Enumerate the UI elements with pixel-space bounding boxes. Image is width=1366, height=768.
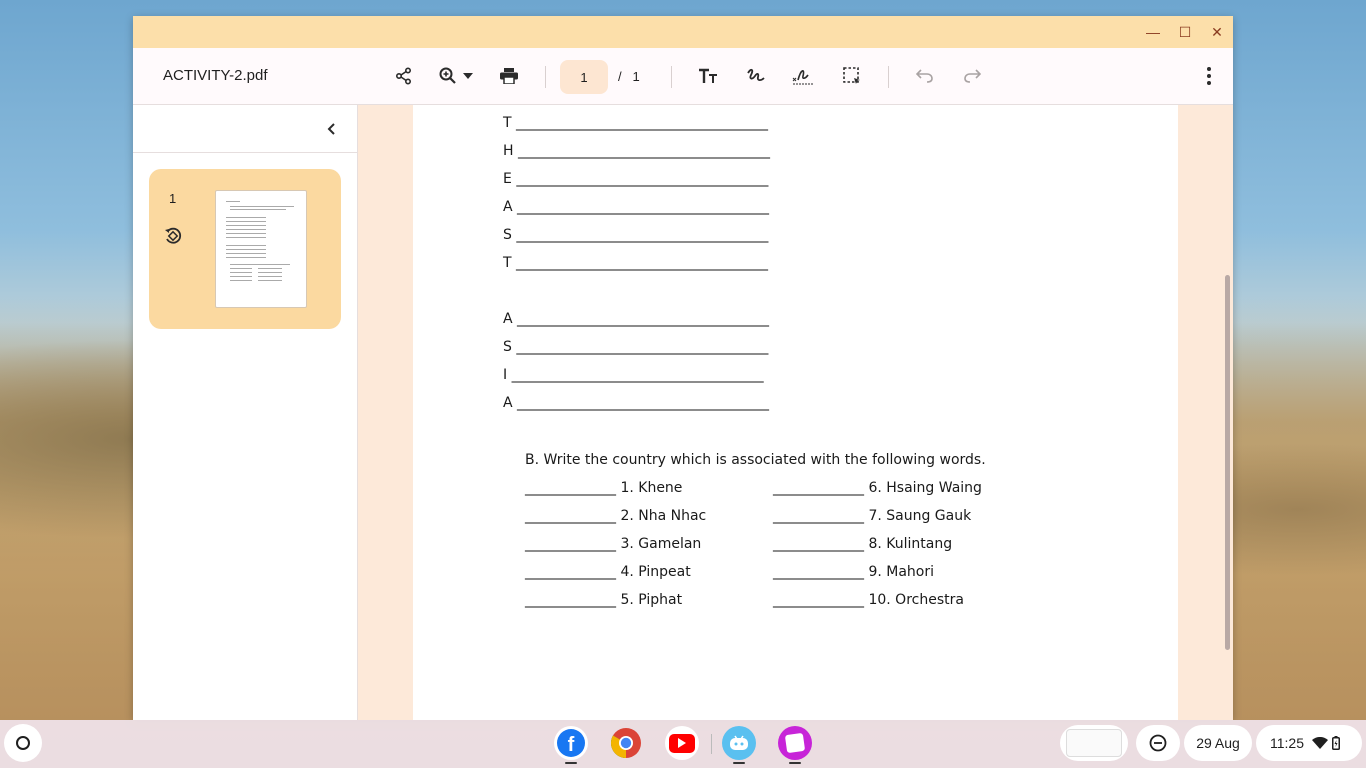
matching-item: _____________ 4. Pinpeat [525, 564, 691, 580]
matching-item: _____________ 3. Gamelan [525, 536, 702, 552]
collapse-sidebar-button[interactable] [321, 119, 341, 139]
toolbar-divider [671, 66, 672, 88]
select-area-icon[interactable] [840, 64, 864, 88]
wifi-icon [1312, 737, 1328, 749]
text-annotation-icon[interactable] [696, 64, 720, 88]
document-title: ACTIVITY-2.pdf [163, 67, 268, 84]
vertical-scrollbar[interactable] [1225, 275, 1230, 650]
close-button[interactable]: ✕ [1209, 24, 1225, 40]
acrostic-line: S ____________________________________ [503, 227, 769, 243]
assistant-icon[interactable] [722, 726, 756, 764]
acrostic-line: A ____________________________________ [503, 199, 770, 215]
acrostic-line: I ____________________________________ [503, 367, 764, 383]
print-icon[interactable] [497, 64, 521, 88]
date-display[interactable]: 29 Aug [1184, 725, 1252, 761]
toolbar-divider [545, 66, 546, 88]
shelf-divider [711, 734, 712, 754]
battery-icon [1332, 736, 1340, 750]
acrostic-line: A ____________________________________ [503, 395, 770, 411]
clock: 11:25 [1270, 735, 1304, 751]
thumbnail-page-number: 1 [169, 191, 177, 206]
share-icon[interactable] [392, 64, 416, 88]
matching-item: _____________ 6. Hsaing Waing [773, 480, 982, 496]
status-tray[interactable]: 11:25 [1256, 725, 1362, 761]
thumbnail-sidebar: 1 [133, 105, 358, 720]
section-b-title: B. Write the country which is associated… [525, 452, 986, 468]
more-options-icon[interactable] [1197, 64, 1221, 88]
page-separator: / [618, 69, 622, 84]
chevron-left-icon [327, 123, 335, 135]
pdf-page: T ____________________________________ H… [413, 105, 1178, 720]
zoom-icon[interactable] [436, 64, 460, 88]
facebook-icon[interactable]: f [554, 726, 588, 764]
matching-item: _____________ 2. Nha Nhac [525, 508, 707, 524]
maximize-button[interactable]: ☐ [1177, 24, 1193, 40]
youtube-icon[interactable] [665, 726, 699, 760]
signature-icon[interactable] [791, 64, 815, 88]
matching-item: _____________ 9. Mahori [773, 564, 935, 580]
thumbnail-page-preview[interactable] [215, 190, 307, 308]
matching-item: _____________ 1. Khene [525, 480, 683, 496]
pdf-viewer-window: — ☐ ✕ ACTIVITY-2.pdf 1 / 1 1 T _________… [133, 16, 1233, 720]
toolbar-divider [888, 66, 889, 88]
page-number-input[interactable]: 1 [560, 60, 608, 94]
page-total: 1 [632, 69, 640, 84]
matching-item: _____________ 5. Piphat [525, 592, 683, 608]
do-not-disturb-icon[interactable] [1136, 725, 1180, 761]
matching-item: _____________ 10. Orchestra [773, 592, 964, 608]
chrome-icon[interactable] [609, 726, 643, 760]
document-viewer[interactable]: T ____________________________________ H… [358, 105, 1233, 720]
rotate-icon[interactable] [164, 227, 184, 247]
zoom-dropdown-icon[interactable] [460, 64, 476, 88]
matching-item: _____________ 7. Saung Gauk [773, 508, 972, 524]
undo-icon[interactable] [913, 64, 937, 88]
page-count: / 1 [618, 69, 640, 84]
matching-item: _____________ 8. Kulintang [773, 536, 953, 552]
sidebar-header [133, 105, 357, 153]
tote-preview[interactable] [1060, 725, 1128, 761]
acrostic-line: A ____________________________________ [503, 311, 770, 327]
toolbar: ACTIVITY-2.pdf 1 / 1 [133, 48, 1233, 105]
shelf: f 29 Aug 11:25 [0, 720, 1366, 768]
acrostic-line: H ____________________________________ [503, 143, 770, 159]
acrostic-line: S ____________________________________ [503, 339, 769, 355]
minimize-button[interactable]: — [1145, 24, 1161, 40]
launcher-icon [16, 736, 30, 750]
acrostic-line: E ____________________________________ [503, 171, 769, 187]
title-bar: — ☐ ✕ [133, 16, 1233, 48]
draw-icon[interactable] [744, 64, 768, 88]
launcher-button[interactable] [4, 724, 42, 762]
redo-icon[interactable] [960, 64, 984, 88]
page-thumbnail-card[interactable]: 1 [149, 169, 341, 329]
notes-icon[interactable] [778, 726, 812, 764]
acrostic-line: T ____________________________________ [503, 255, 769, 271]
acrostic-line: T ____________________________________ [503, 115, 769, 131]
